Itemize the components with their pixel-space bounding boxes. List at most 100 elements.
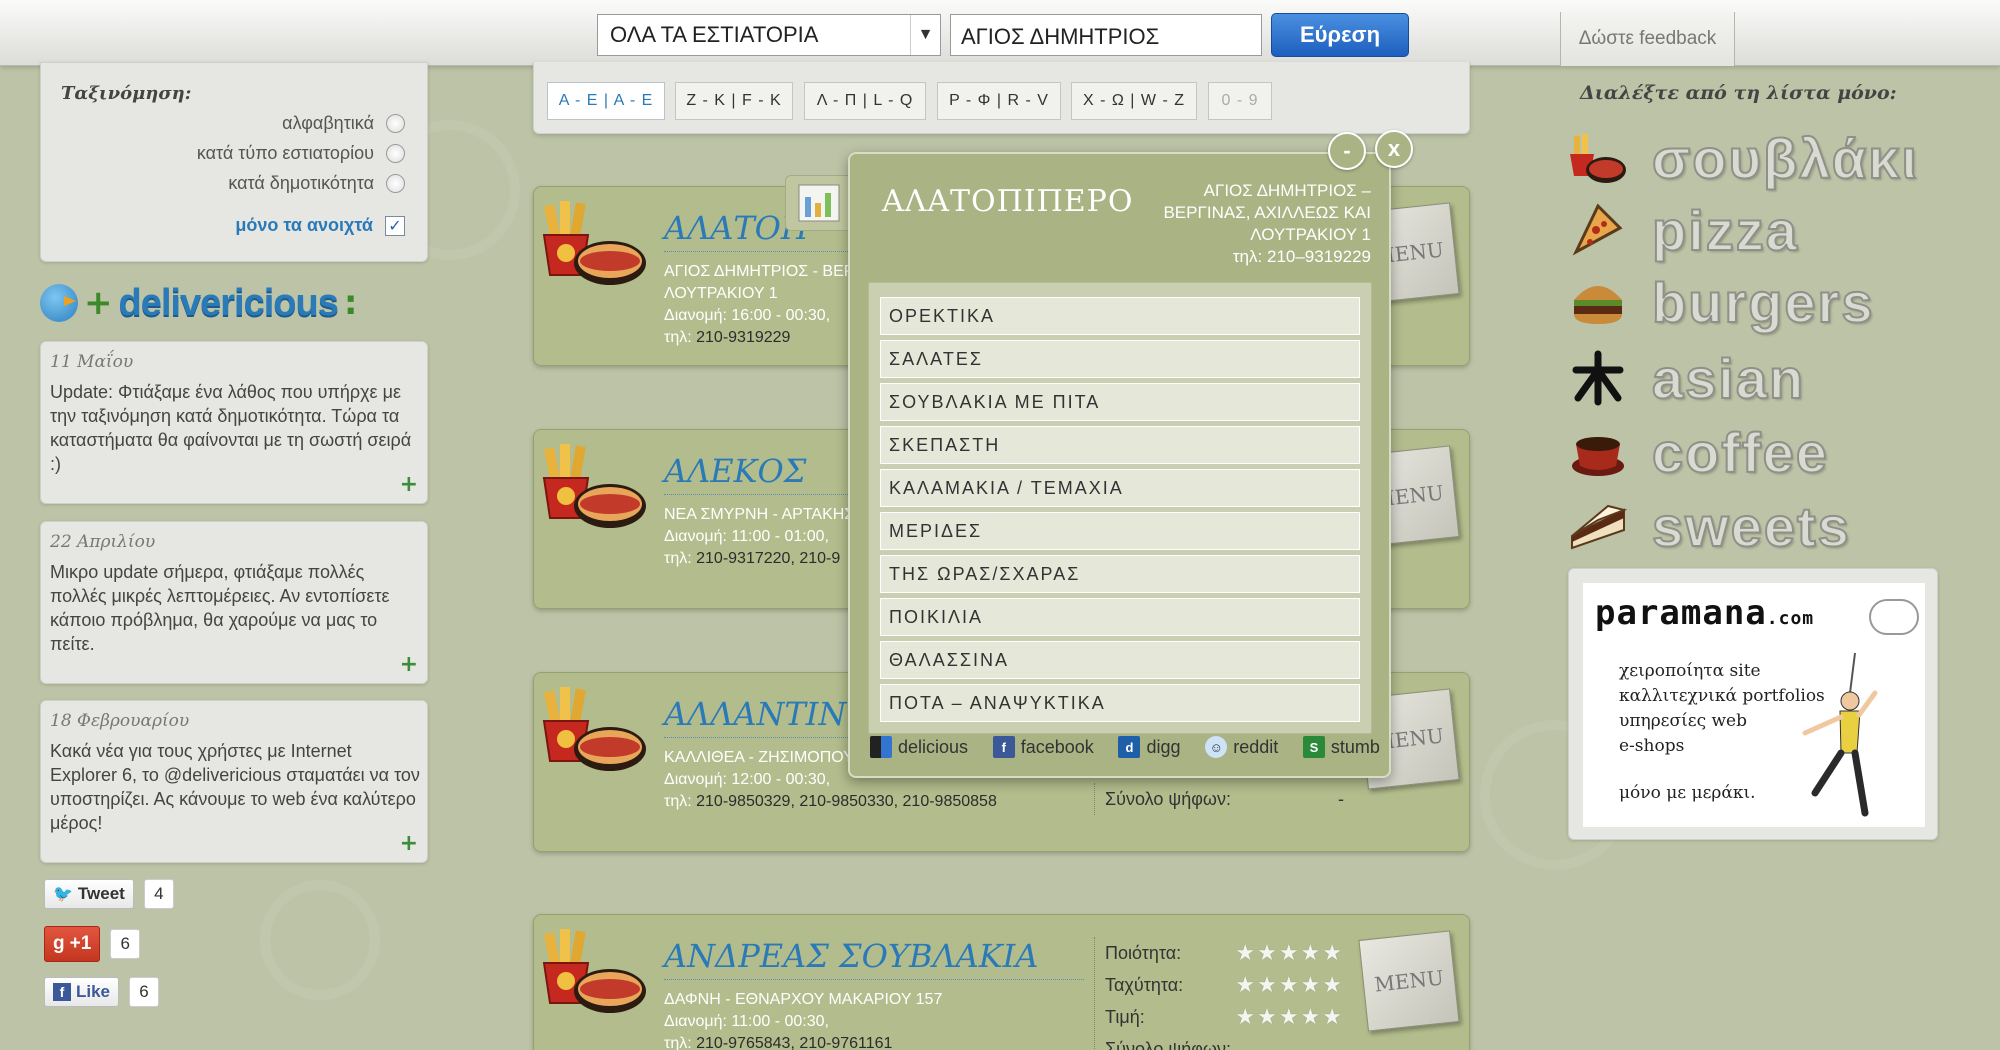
menu-category[interactable]: ΜΕΡΙΔΕΣ: [880, 512, 1360, 550]
ad-services: χειροποίητα site καλλιτεχνικά portfolios…: [1619, 659, 1825, 759]
restaurant-card[interactable]: ΑΝΔΡΕΑΣ ΣΟΥΒΛΑΚΙΑ ΔΑΦΝΗ - ΕΘΝΑΡΧΟΥ ΜΑΚΑΡ…: [533, 914, 1470, 1050]
phone-numbers: 210-9319229: [696, 329, 791, 346]
share-reddit[interactable]: ☺ reddit: [1205, 736, 1278, 758]
fries-hotdog-icon: [542, 201, 646, 285]
restaurant-type-select[interactable]: ΟΛΑ ΤΑ ΕΣΤΙΑΤΟΡΙΑ ▼: [597, 14, 941, 56]
gplus-button[interactable]: g +1: [44, 926, 101, 962]
share-label: reddit: [1233, 736, 1279, 757]
price-stars[interactable]: ★★★★★: [1235, 1004, 1344, 1030]
radio-button[interactable]: [386, 114, 405, 133]
paramana-logo: paramana.com: [1595, 593, 1814, 633]
sort-option-popularity[interactable]: κατά δημοτικότητα: [228, 173, 405, 194]
facebook-icon: f: [992, 736, 1015, 758]
share-label: stumb: [1330, 736, 1380, 757]
popup-address: ΑΓΙΟΣ ΔΗΜΗΤΡΙΟΣ – ΒΕΡΓΙΝΑΣ, ΑΧΙΛΛΕΩΣ ΚΑΙ…: [1163, 181, 1371, 244]
food-type-souvlaki[interactable]: σουβλάκι: [1568, 126, 1919, 191]
cake-slice-icon: [1571, 504, 1628, 550]
menu-category[interactable]: ΣΑΛΑΤΕΣ: [880, 340, 1360, 378]
menu-category[interactable]: ΘΑΛΑΣΣΙΝΑ: [880, 641, 1360, 679]
food-type-coffee[interactable]: coffee: [1568, 420, 1829, 485]
news-date: 18 Φεβρουαρίου: [50, 711, 190, 731]
coffee-cup-icon: [1572, 437, 1624, 476]
expand-plus-icon[interactable]: +: [400, 831, 418, 856]
like-button[interactable]: f Like: [44, 977, 120, 1007]
feedback-button[interactable]: Δώστε feedback: [1560, 12, 1735, 66]
minimize-button[interactable]: -: [1328, 132, 1366, 170]
flying-man-illustration: [1802, 653, 1878, 817]
share-delicious[interactable]: delicious: [870, 736, 968, 758]
restaurant-address: ΝΕΑ ΣΜΥΡΝΗ - ΑΡΤΑΚΗΣ: [664, 506, 855, 523]
alphabet-tab[interactable]: Ρ - Φ | R - V: [937, 82, 1061, 120]
chevron-down-icon[interactable]: ▼: [910, 15, 940, 55]
expand-plus-icon[interactable]: +: [400, 652, 418, 677]
share-digg[interactable]: d digg: [1118, 736, 1181, 758]
restaurant-address-line2: ΛΟΥΤΡΑΚΙΟΥ 1: [664, 285, 778, 302]
menu-icon[interactable]: MENU: [1358, 930, 1460, 1032]
sort-option-alphabetical[interactable]: αλφαβητικά: [282, 113, 405, 134]
votes-value: -: [1338, 788, 1344, 809]
sort-option-type[interactable]: κατά τύπο εστιατορίου: [197, 143, 405, 164]
expand-plus-icon[interactable]: +: [400, 472, 418, 497]
food-type-sweets[interactable]: sweets: [1568, 494, 1851, 559]
phone-numbers: 210-9317220, 210-9: [696, 550, 841, 567]
alphabet-tab[interactable]: Λ - Π | L - Q: [804, 82, 926, 120]
alphabet-tab[interactable]: Ζ - Κ | F - K: [675, 82, 793, 120]
twitter-bird-icon: 🐦: [53, 886, 73, 903]
sort-option-label: κατά δημοτικότητα: [228, 173, 374, 193]
restaurant-name[interactable]: ΑΛΕΚΟΣ: [664, 452, 806, 490]
burger-icon: [1574, 286, 1622, 324]
like-count: 6: [129, 977, 160, 1007]
tweet-button[interactable]: 🐦 Tweet: [44, 879, 134, 909]
fries-hotdog-icon: [542, 687, 646, 771]
phone-label: τηλ:: [664, 1035, 692, 1050]
paramana-ad[interactable]: paramana.com χειροποίητα site καλλιτεχνι…: [1568, 568, 1938, 840]
ad-logo-suffix: .com: [1766, 608, 1815, 629]
tweet-label: Tweet: [77, 884, 125, 903]
restaurant-info: ΔΑΦΝΗ - ΕΘΝΑΡΧΟΥ ΜΑΚΑΡΙΟΥ 157 Διανομή: 1…: [664, 989, 942, 1050]
close-button[interactable]: x: [1375, 130, 1413, 168]
menu-category[interactable]: ΟΡΕΚΤΙΚΑ: [880, 297, 1360, 335]
fries-hotdog-icon: [542, 929, 646, 1013]
delivericious-twitter-logo[interactable]: + delivericious :: [40, 278, 357, 328]
quality-label: Ποιότητα:: [1105, 942, 1182, 963]
sort-option-label: κατά τύπο εστιατορίου: [196, 143, 374, 163]
alphabet-filter-bar: Α - Ε | Α - Ε Ζ - Κ | F - K Λ - Π | L - …: [533, 62, 1470, 134]
open-only-filter[interactable]: μόνο τα ανοιχτά ✓: [235, 215, 405, 236]
news-text: Μικρο update σήμερα, φτιάξαμε πολλές πολ…: [50, 562, 390, 654]
stats-tab[interactable]: [785, 175, 851, 231]
digg-icon: d: [1118, 736, 1141, 758]
sort-panel: Ταξινόμηση: αλφαβητικά κατά τύπο εστιατο…: [40, 62, 428, 262]
quality-stars[interactable]: ★★★★★: [1235, 940, 1344, 966]
search-button[interactable]: Εύρεση: [1271, 13, 1409, 57]
open-only-checkbox[interactable]: ✓: [385, 215, 405, 236]
speed-stars[interactable]: ★★★★★: [1235, 972, 1344, 998]
area-input[interactable]: ΑΓΙΟΣ ΔΗΜΗΤΡΙΟΣ: [950, 14, 1262, 56]
menu-category[interactable]: ΠΟΤΑ – ΑΝΑΨΥΚΤΙΚΑ: [880, 684, 1360, 722]
radio-button[interactable]: [386, 144, 405, 163]
ad-line: υπηρεσίες web: [1619, 711, 1747, 731]
share-label: delicious: [898, 736, 969, 757]
menu-category[interactable]: ΚΑΛΑΜΑΚΙΑ / ΤΕΜΑΧΙΑ: [880, 469, 1360, 507]
restaurant-name[interactable]: ΑΝΔΡΕΑΣ ΣΟΥΒΛΑΚΙΑ: [664, 937, 1038, 975]
alphabet-tab: 0 - 9: [1208, 82, 1272, 120]
share-bar: delicious f facebook d digg ☺ reddit Sstumb: [870, 736, 1380, 758]
menu-category[interactable]: ΣΚΕΠΑΣΤΗ: [880, 426, 1360, 464]
restaurant-type-value: ΟΛΑ ΤΑ ΕΣΤΙΑΤΟΡΙΑ: [610, 22, 819, 47]
menu-category[interactable]: ΠΟΙΚΙΛΙΑ: [880, 598, 1360, 636]
share-stumbleupon[interactable]: Sstumb: [1302, 736, 1380, 758]
alphabet-tab[interactable]: Α - Ε | Α - Ε: [547, 82, 665, 120]
gplus-label: +1: [69, 933, 92, 954]
delivery-hours: Διανομή: 11:00 - 01:00,: [664, 528, 829, 545]
food-type-pizza[interactable]: pizza: [1568, 198, 1799, 263]
phone-numbers: 210-9765843, 210-9761161: [696, 1035, 893, 1050]
gplus-count: 6: [110, 929, 141, 959]
reddit-icon: ☺: [1205, 736, 1228, 758]
menu-category[interactable]: ΤΗΣ ΩΡΑΣ/ΣΧΑΡΑΣ: [880, 555, 1360, 593]
news-item: 22 Απριλίου Μικρο update σήμερα, φτιάξαμ…: [40, 521, 428, 684]
alphabet-tab[interactable]: Χ - Ω | W - Z: [1071, 82, 1197, 120]
menu-category[interactable]: ΣΟΥΒΛΑΚΙΑ ΜΕ ΠΙΤΑ: [880, 383, 1360, 421]
radio-button[interactable]: [386, 174, 405, 193]
food-type-asian[interactable]: asian: [1568, 346, 1805, 411]
share-facebook[interactable]: f facebook: [992, 736, 1094, 758]
food-type-burgers[interactable]: burgers: [1568, 270, 1875, 335]
